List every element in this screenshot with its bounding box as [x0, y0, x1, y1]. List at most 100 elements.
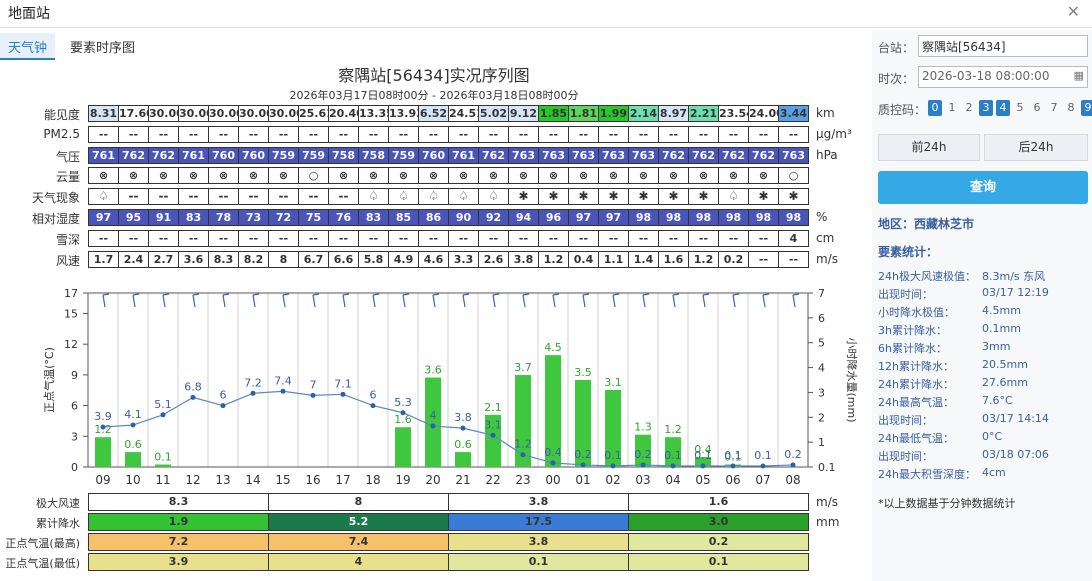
summary-row-label: 累计降水	[36, 517, 80, 530]
temperature-point	[400, 410, 406, 416]
table-cell: 2.21	[688, 105, 719, 122]
precip-label: 3.6	[424, 364, 442, 377]
table-cell: 1.2	[538, 250, 569, 268]
summary-cell: 3.8	[448, 493, 629, 511]
table-cell: ♤	[448, 188, 479, 206]
qc-code-toggle[interactable]: 5	[1013, 100, 1027, 116]
table-cell: ⊗	[748, 167, 779, 185]
stat-key: 24h最大积雪深度：	[878, 468, 976, 481]
table-cell: --	[148, 188, 179, 206]
temperature-label: 0.1	[724, 449, 742, 462]
table-cell: ⊗	[88, 167, 119, 185]
table-cell: 8.2	[238, 250, 269, 268]
row-label: 能见度	[43, 108, 80, 122]
table-cell: 13.35	[358, 105, 389, 122]
table-cell: ✱	[778, 188, 809, 206]
table-cell: 1.4	[628, 250, 659, 268]
table-cell: 98	[778, 209, 809, 226]
query-button[interactable]: 查询	[878, 171, 1088, 204]
left-tick-label: 15	[64, 307, 78, 320]
table-cell: 98	[688, 209, 719, 226]
close-icon[interactable]: ✕	[1067, 2, 1080, 21]
precip-label: 0.6	[454, 438, 472, 451]
precip-label: 2.1	[484, 401, 502, 414]
table-cell: 762	[148, 146, 179, 164]
row-unit: %	[816, 210, 828, 224]
table-cell: 85	[388, 209, 419, 226]
left-tick-label: 17	[64, 287, 78, 300]
wind-barb-flag	[372, 293, 380, 296]
qc-code-toggle[interactable]: 2	[962, 100, 976, 116]
qc-code-toggle[interactable]: 7	[1047, 100, 1061, 116]
wind-barb-flag	[642, 293, 650, 296]
table-cell: --	[508, 229, 539, 247]
next-24h-button[interactable]: 后24h	[984, 134, 1088, 161]
table-cell: 78	[208, 209, 239, 226]
summary-cell: 5.2	[268, 513, 449, 531]
temperature-point	[760, 463, 766, 469]
temperature-label: 7.2	[244, 376, 262, 389]
table-cell: ⊗	[568, 167, 599, 185]
side-panel: 台站： 察隅站[56434] 时次： 2026-03-18 08:00:00 ▦ …	[872, 30, 1092, 581]
x-tick-label: 09	[95, 473, 110, 487]
table-cell: 6.6	[328, 250, 359, 268]
qc-code-toggle[interactable]: 1	[945, 100, 959, 116]
table-cell: --	[358, 229, 389, 247]
stat-value: 4.5mm	[982, 304, 1021, 317]
calendar-icon[interactable]: ▦	[1074, 69, 1084, 82]
table-cell: 763	[778, 146, 809, 164]
table-cell: ⊗	[658, 167, 689, 185]
summary-cell: 0.1	[448, 553, 629, 571]
table-cell: 95	[118, 209, 149, 226]
qc-code-toggle[interactable]: 4	[996, 100, 1010, 116]
table-cell: 763	[508, 146, 539, 164]
tab-weather-clock[interactable]: 天气钟	[0, 33, 56, 60]
table-cell: ♤	[418, 188, 449, 206]
table-cell: 90	[448, 209, 479, 226]
prev-24h-button[interactable]: 前24h	[878, 134, 980, 161]
x-tick-label: 20	[425, 473, 440, 487]
time-input[interactable]: 2026-03-18 08:00:00 ▦	[918, 66, 1088, 88]
wind-barb-flag	[492, 293, 500, 296]
qc-code-toggle[interactable]: 8	[1064, 100, 1078, 116]
precip-label: 4.5	[544, 341, 562, 354]
table-cell: 5.8	[358, 250, 389, 268]
temperature-point	[490, 432, 496, 438]
table-cell: 1.7	[88, 250, 119, 268]
wind-barb	[132, 294, 136, 308]
stat-key: 24h最高气温：	[878, 396, 954, 409]
table-cell: 97	[568, 209, 599, 226]
station-input[interactable]: 察隅站[56434]	[918, 35, 1088, 57]
time-label: 时次：	[878, 72, 915, 86]
table-cell: 759	[268, 146, 299, 164]
qc-code-toggle[interactable]: 3	[979, 100, 993, 116]
wind-barb	[612, 294, 616, 308]
table-cell: --	[388, 229, 419, 247]
wind-barb-flag	[672, 293, 680, 296]
temperature-label: 3.1	[484, 418, 502, 431]
temperature-label: 0.2	[634, 448, 652, 461]
wind-barb-flag	[612, 293, 620, 296]
table-cell: 759	[298, 146, 329, 164]
table-cell: --	[628, 229, 659, 247]
table-cell: --	[118, 188, 149, 206]
summary-cell: 3.9	[88, 553, 269, 571]
x-tick-label: 22	[485, 473, 500, 487]
temperature-point	[130, 422, 136, 428]
table-cell: --	[598, 125, 629, 143]
table-cell: --	[298, 125, 329, 143]
qc-code-toggle[interactable]: 9	[1081, 100, 1092, 116]
table-cell: 761	[448, 146, 479, 164]
temperature-label: 0.4	[544, 446, 562, 459]
stat-key: 出现时间：	[878, 450, 933, 463]
table-cell: ✱	[598, 188, 629, 206]
qc-code-toggle[interactable]: 0	[928, 100, 942, 116]
tab-element-timeseries[interactable]: 要素时序图	[62, 33, 143, 60]
table-cell: --	[778, 250, 809, 268]
right-tick-label: 6	[818, 312, 825, 325]
table-cell: 760	[418, 146, 449, 164]
row-unit: m/s	[816, 251, 838, 266]
qc-code-toggle[interactable]: 6	[1030, 100, 1044, 116]
table-cell: ✱	[688, 188, 719, 206]
row-label: 风速	[55, 253, 80, 268]
